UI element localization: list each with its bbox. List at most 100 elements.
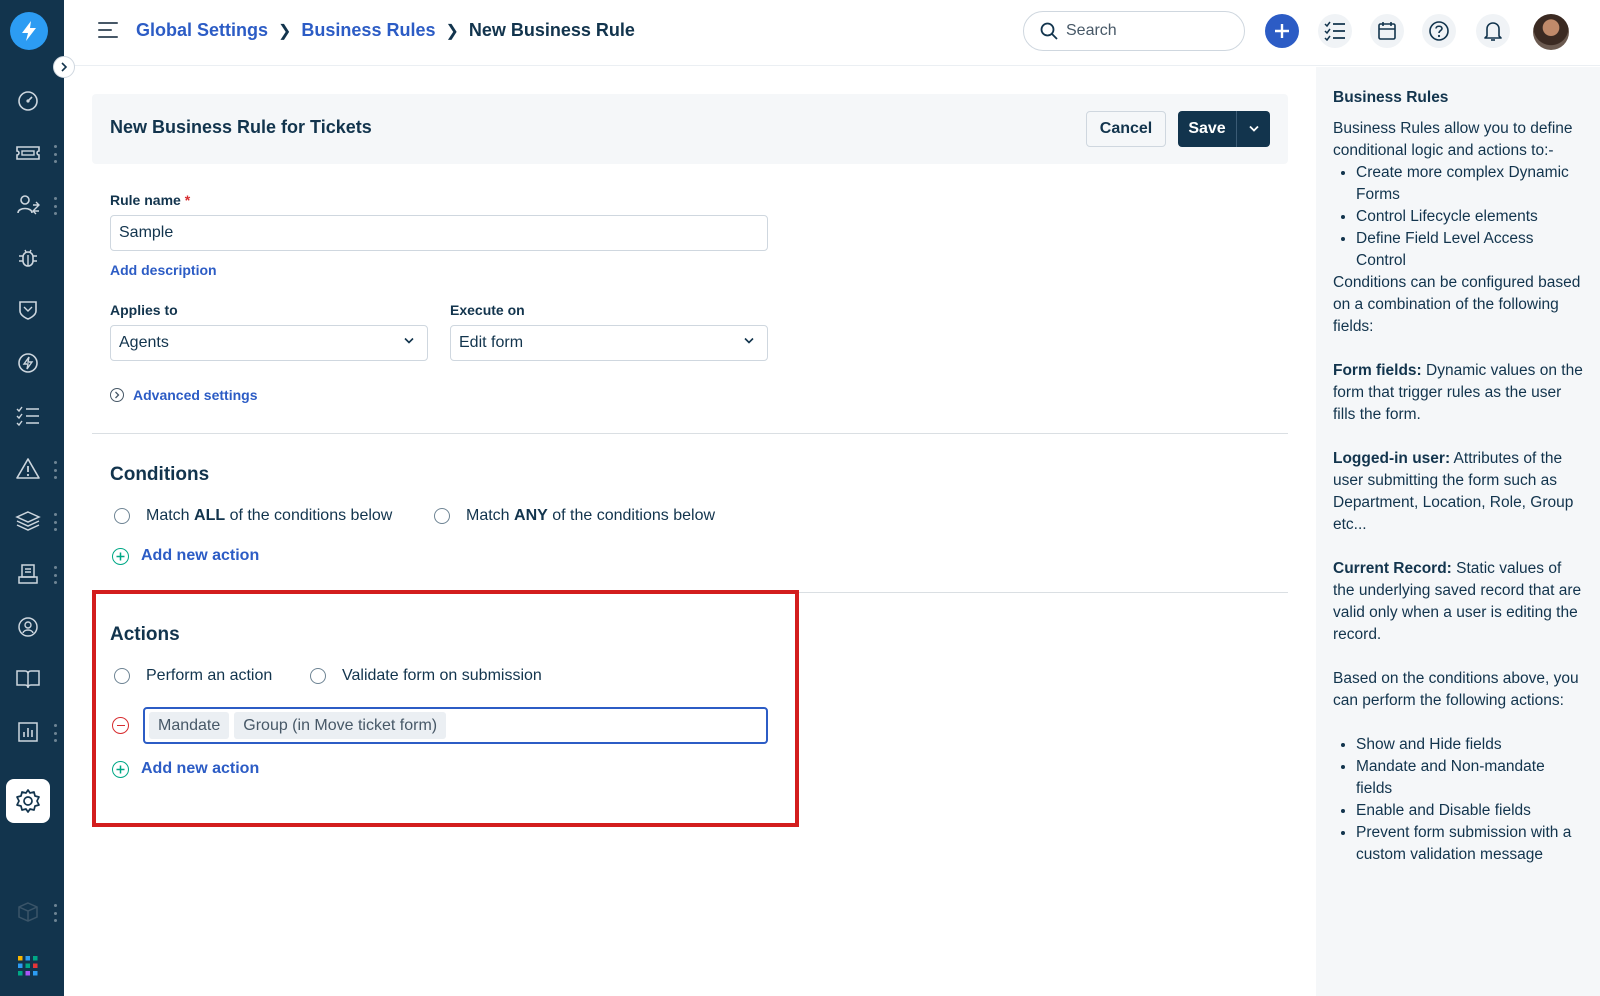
match-any-radio[interactable]: [434, 508, 450, 524]
new-item-button[interactable]: [1265, 14, 1299, 48]
bell-icon: [1484, 22, 1502, 41]
validate-form-option[interactable]: Validate form on submission: [310, 667, 542, 685]
releases-icon: [18, 353, 38, 373]
breadcrumb-current-page: New Business Rule: [468, 20, 635, 40]
nav-dashboard[interactable]: [6, 79, 50, 123]
breadcrumb-global-settings[interactable]: Global Settings: [136, 20, 268, 41]
help-based-text: Based on the conditions above, you can p…: [1333, 670, 1579, 709]
nav-knowledge[interactable]: [6, 657, 50, 701]
help-button[interactable]: [1422, 14, 1456, 48]
nav-settings[interactable]: [6, 779, 50, 823]
expand-nav-button[interactable]: [53, 56, 75, 78]
help-current-record: Current Record: Static values of the und…: [1333, 560, 1582, 643]
save-options-dropdown[interactable]: [1237, 125, 1270, 133]
applies-to-label: Applies to: [110, 302, 178, 318]
breadcrumb-separator-icon: ❯: [445, 22, 459, 40]
action-token-field-name[interactable]: Group (in Move ticket form): [234, 712, 447, 739]
save-button[interactable]: Save: [1178, 111, 1270, 147]
help-intro: Business Rules allow you to define condi…: [1333, 120, 1573, 159]
dashboard-icon: [18, 91, 38, 111]
nav-tickets[interactable]: [6, 131, 50, 175]
advanced-settings-label: Advanced settings: [133, 387, 258, 403]
calendar-button[interactable]: [1370, 14, 1404, 48]
inventory-icon: [18, 564, 38, 584]
nav-changes[interactable]: [6, 288, 50, 332]
actions-title: Actions: [110, 624, 180, 645]
nav-apps[interactable]: [6, 944, 50, 988]
app-logo[interactable]: [10, 12, 48, 50]
perform-action-option[interactable]: Perform an action: [114, 667, 272, 685]
conditions-title: Conditions: [110, 464, 210, 485]
nav-reports[interactable]: [6, 710, 50, 754]
nav-reports-more[interactable]: [54, 724, 58, 742]
perform-action-radio[interactable]: [114, 668, 130, 684]
nav-problems[interactable]: [6, 236, 50, 280]
nav-solutions[interactable]: [6, 605, 50, 649]
avatar[interactable]: [1533, 14, 1569, 50]
perform-action-label: Perform an action: [146, 667, 273, 684]
assets-icon: [15, 511, 41, 531]
help-actions-list: Show and Hide fields Mandate and Non-man…: [1333, 734, 1584, 866]
help-list-item: Show and Hide fields: [1356, 734, 1584, 756]
nav-releases[interactable]: [6, 341, 50, 385]
lightning-icon: [22, 21, 36, 41]
nav-tickets-more[interactable]: [54, 145, 58, 163]
validate-form-radio[interactable]: [310, 668, 326, 684]
match-all-label: Match ALL of the conditions below: [146, 507, 393, 524]
help-list-item: Control Lifecycle elements: [1356, 206, 1584, 228]
help-list-item: Prevent form submission with a custom va…: [1356, 822, 1584, 866]
match-any-label: Match ANY of the conditions below: [466, 507, 716, 524]
rule-name-input[interactable]: Sample: [110, 215, 768, 251]
add-description-link[interactable]: Add description: [110, 262, 217, 278]
tickets-icon: [16, 146, 40, 160]
action-token-field[interactable]: Mandate Group (in Move ticket form): [143, 707, 768, 744]
nav-inventory-more[interactable]: [54, 566, 58, 584]
breadcrumb: Global Settings ❯ Business Rules ❯ New B…: [136, 20, 635, 41]
notifications-button[interactable]: [1476, 14, 1510, 48]
problems-icon: [19, 249, 37, 267]
rule-name-label-text: Rule name: [110, 192, 181, 208]
todo-button[interactable]: [1318, 14, 1352, 48]
nav-assets-more[interactable]: [54, 513, 58, 531]
nav-assets[interactable]: [6, 499, 50, 543]
changes-icon: [19, 301, 37, 320]
execute-on-value: Edit form: [459, 334, 524, 351]
nav-inventory[interactable]: [6, 552, 50, 596]
match-any-option[interactable]: Match ANY of the conditions below: [434, 507, 715, 525]
conditions-add-new-action[interactable]: Add new action: [112, 547, 259, 565]
action-token-mandate[interactable]: Mandate: [149, 712, 230, 739]
match-all-option[interactable]: Match ALL of the conditions below: [114, 507, 392, 525]
section-divider: [92, 433, 1288, 434]
tasks-icon: [16, 406, 39, 427]
alerts-icon: [16, 458, 40, 479]
advanced-settings-toggle[interactable]: Advanced settings: [110, 387, 257, 403]
execute-on-label: Execute on: [450, 302, 525, 318]
menu-icon[interactable]: [98, 22, 118, 38]
add-circle-icon: [112, 760, 129, 778]
knowledge-icon: [16, 670, 40, 689]
checklist-icon: [1324, 21, 1345, 41]
form-title-bar: New Business Rule for Tickets Cancel Sav…: [92, 94, 1288, 164]
applies-to-select[interactable]: Agents: [110, 325, 428, 361]
help-logged-in-user: Logged-in user: Attributes of the user s…: [1333, 450, 1574, 533]
nav-contacts[interactable]: [6, 183, 50, 227]
execute-on-select[interactable]: Edit form: [450, 325, 768, 361]
cancel-button[interactable]: Cancel: [1086, 111, 1166, 147]
match-all-radio[interactable]: [114, 508, 130, 524]
help-panel: Business Rules Business Rules allow you …: [1316, 67, 1600, 996]
nav-cube-more[interactable]: [54, 904, 58, 922]
apps-grid-icon: [18, 956, 38, 976]
search-icon: [1040, 22, 1058, 40]
remove-circle-icon[interactable]: [112, 717, 129, 734]
search-input[interactable]: Search: [1023, 11, 1245, 51]
nav-alerts-more[interactable]: [54, 461, 58, 479]
breadcrumb-business-rules[interactable]: Business Rules: [301, 20, 435, 41]
nav-contacts-more[interactable]: [54, 197, 58, 215]
actions-add-new-action[interactable]: Add new action: [112, 760, 259, 778]
help-list-item: Create more complex Dynamic Forms: [1356, 162, 1584, 206]
nav-cube[interactable]: [6, 890, 50, 934]
nav-alerts[interactable]: [6, 447, 50, 491]
help-conditions-text: Conditions can be configured based on a …: [1333, 274, 1581, 335]
nav-tasks[interactable]: [6, 394, 50, 438]
help-list-item: Define Field Level Access Control: [1356, 228, 1584, 272]
